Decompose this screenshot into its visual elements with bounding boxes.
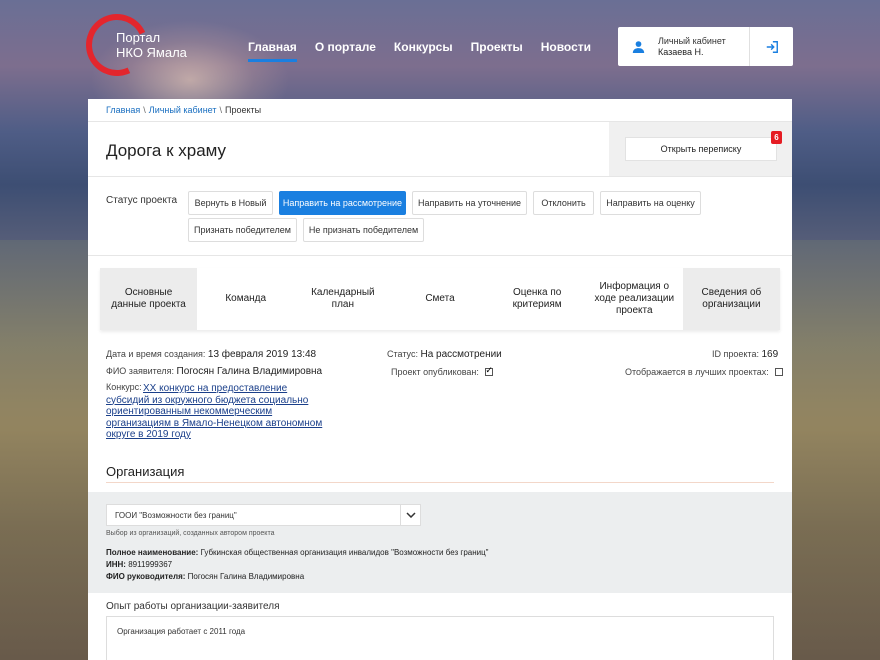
status-value: На рассмотрении (420, 349, 502, 360)
tab-organization-info[interactable]: Сведения об организации (682, 268, 780, 330)
breadcrumb: Главная \ Личный кабинет \ Проекты (88, 99, 792, 122)
title-bar: Дорога к храму Открыть переписку 6 (88, 122, 792, 177)
tab-main-data[interactable]: Основные данные проекта (100, 268, 198, 330)
page-title: Дорога к храму (106, 141, 227, 160)
nav-item-contests[interactable]: Конкурсы (394, 40, 453, 62)
nav-item-projects[interactable]: Проекты (471, 40, 523, 62)
chevron-down-icon (400, 505, 420, 525)
portal-logo[interactable]: Портал НКО Ямала (77, 5, 187, 85)
account-widget[interactable]: Личный кабинет Казаева Н. (618, 27, 793, 66)
experience-textarea[interactable]: Организация работает с 2011 года (106, 616, 774, 660)
send-for-review-button[interactable]: Направить на рассмотрение (279, 191, 406, 215)
experience-label: Опыт работы организации-заявителя (106, 601, 280, 612)
breadcrumb-home[interactable]: Главная (106, 105, 140, 115)
status-label: Статус проекта (106, 195, 178, 206)
tab-calendar-plan[interactable]: Календарный план (294, 268, 391, 330)
created-row: Дата и время создания: 13 февраля 2019 1… (106, 349, 317, 360)
logout-icon (766, 40, 778, 53)
logout-button[interactable] (749, 27, 793, 66)
created-value: 13 февраля 2019 13:48 (207, 349, 317, 360)
organization-panel: ГООИ "Возможности без границ" Выбор из о… (88, 492, 792, 593)
return-to-new-button[interactable]: Вернуть в Новый (188, 191, 273, 215)
published-row: Проект опубликован: (391, 365, 494, 377)
best-projects-checkbox[interactable] (775, 367, 784, 376)
account-text: Личный кабинет Казаева Н. (658, 36, 749, 58)
organization-divider (106, 482, 774, 483)
tab-criteria-evaluation[interactable]: Оценка по критериям (489, 268, 586, 330)
open-correspondence-button[interactable]: Открыть переписку 6 (625, 131, 782, 161)
project-tabs: Основные данные проекта Команда Календар… (100, 268, 780, 330)
organization-select[interactable]: ГООИ "Возможности без границ" (106, 504, 421, 526)
declare-winner-button[interactable]: Признать победителем (188, 218, 297, 242)
send-for-clarification-button[interactable]: Направить на уточнение (412, 191, 527, 215)
breadcrumb-current: Проекты (225, 105, 262, 115)
breadcrumb-cabinet[interactable]: Личный кабинет (149, 105, 217, 115)
tab-team[interactable]: Команда (197, 268, 294, 330)
account-username: Казаева Н. (658, 46, 704, 57)
org-head-row: ФИО руководителя: Погосян Галина Владими… (106, 572, 305, 581)
site-header: Портал НКО Ямала Главная О портале Конку… (0, 0, 880, 90)
main-nav: Главная О портале Конкурсы Проекты Новос… (248, 40, 591, 62)
nav-item-about[interactable]: О портале (315, 40, 376, 62)
project-id-value: 169 (761, 349, 779, 360)
applicant-value: Погосян Галина Владимировна (176, 366, 323, 377)
user-icon (618, 40, 658, 53)
reject-button[interactable]: Отклонить (533, 191, 594, 215)
applicant-row: ФИО заявителя: Погосян Галина Владимиров… (106, 366, 323, 377)
org-inn-row: ИНН: 8911999367 (106, 560, 173, 569)
id-row: ID проекта: 169 (712, 349, 779, 360)
nav-item-home[interactable]: Главная (248, 40, 297, 62)
account-title: Личный кабинет (658, 35, 726, 46)
status-info-row: Статус: На рассмотрении (387, 349, 502, 360)
unread-badge: 6 (771, 131, 782, 144)
organization-hint: Выбор из организаций, созданных автором … (106, 530, 275, 537)
correspondence-panel: Открыть переписку 6 (609, 122, 792, 176)
best-projects-row: Отображается в лучших проектах: (625, 367, 784, 377)
logo-text: Портал НКО Ямала (116, 30, 187, 60)
nav-item-news[interactable]: Новости (541, 40, 591, 62)
organization-heading: Организация (106, 464, 185, 479)
tab-budget[interactable]: Смета (391, 268, 488, 330)
contest-link[interactable]: XX конкурс на предоставление субсидий из… (106, 383, 324, 441)
org-fullname-row: Полное наименование: Губкинская обществе… (106, 548, 489, 557)
send-for-evaluation-button[interactable]: Направить на оценку (600, 191, 701, 215)
published-checkbox[interactable] (485, 365, 494, 376)
tab-implementation-info[interactable]: Информация о ходе реализации проекта (586, 268, 683, 330)
status-section (88, 177, 792, 256)
declare-not-winner-button[interactable]: Не признать победителем (303, 218, 424, 242)
